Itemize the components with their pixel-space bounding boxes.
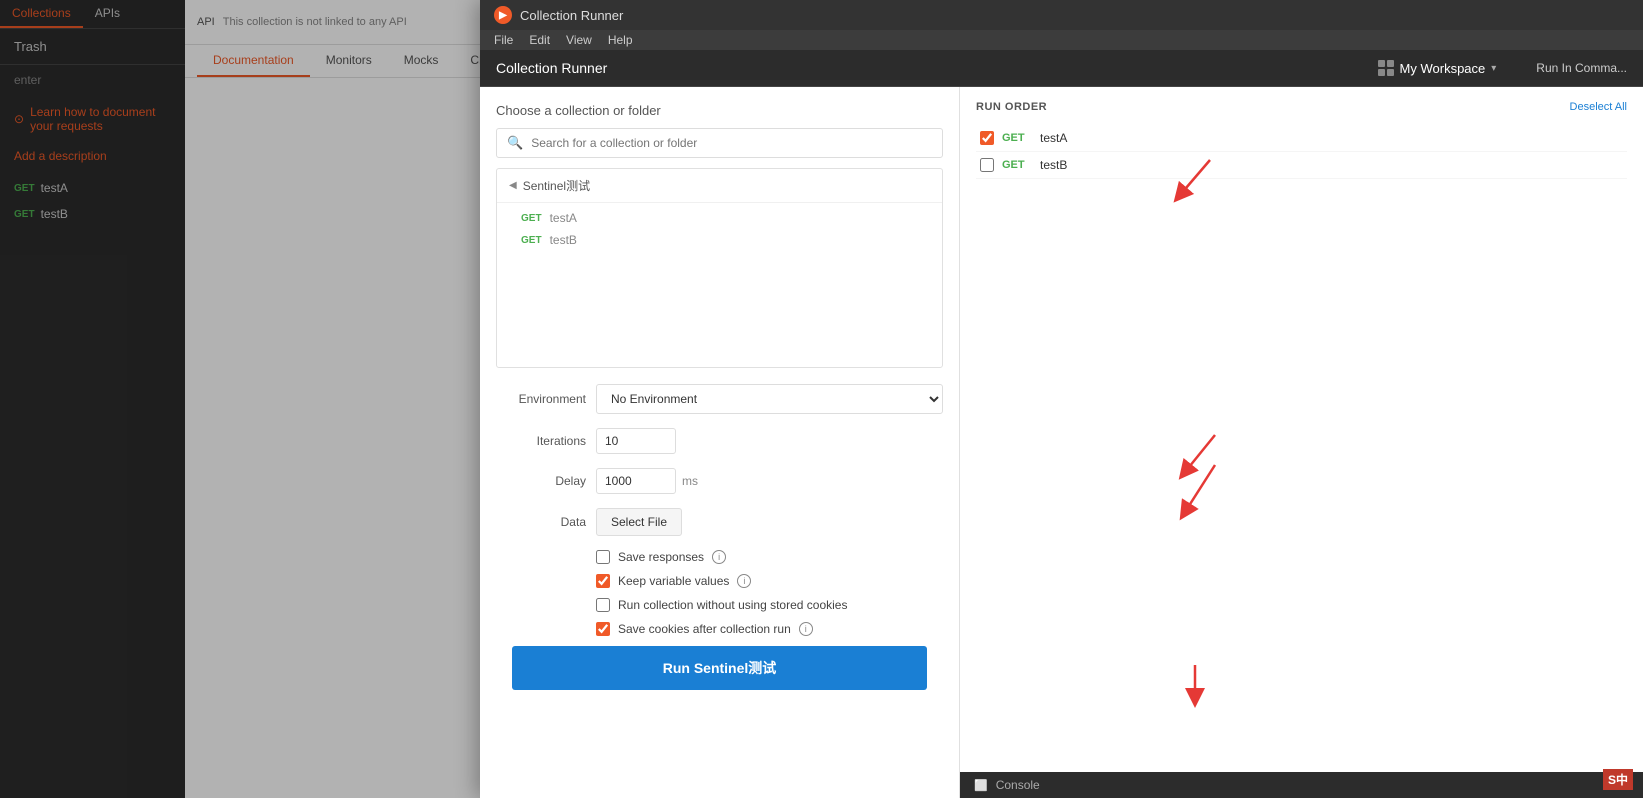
workspace-label: My Workspace [1400,61,1486,76]
iterations-input[interactable] [596,428,676,454]
save-cookies-checkbox[interactable] [596,622,610,636]
environment-row: Environment No Environment [496,384,943,414]
run-in-command-label[interactable]: Run In Comma... [1536,61,1627,75]
iterations-label: Iterations [496,434,586,448]
save-cookies-info-icon[interactable]: i [799,622,813,636]
console-label[interactable]: Console [996,778,1040,792]
cr-collection-list: ◀ Sentinel测试 GET testA GET testB [496,168,943,368]
data-label: Data [496,515,586,529]
cr-app-header: Collection Runner My Workspace ▾ Run In … [480,50,1643,87]
keep-variable-checkbox[interactable] [596,574,610,588]
save-responses-label: Save responses [618,550,704,564]
environment-label: Environment [496,392,586,406]
delay-row: Delay ms [496,468,943,494]
sub-get-badge-b: GET [521,235,542,246]
cr-right-pane: RUN ORDER Deselect All GET testA GET tes… [960,87,1643,798]
save-cookies-label: Save cookies after collection run [618,622,791,636]
run-collection-button[interactable]: Run Sentinel测试 [512,646,927,690]
cr-body: Choose a collection or folder 🔍 ◀ Sentin… [480,87,1643,798]
save-responses-checkbox[interactable] [596,550,610,564]
run-item-testb-method: GET [1002,159,1032,171]
keep-variable-info-icon[interactable]: i [737,574,751,588]
sub-get-badge-a: GET [521,213,542,224]
run-item-testa-name: testA [1040,131,1067,145]
cr-sub-item-testa[interactable]: GET testA [521,207,918,229]
workspace-chevron-icon: ▾ [1491,63,1496,74]
workspace-grid-icon [1378,60,1394,76]
menu-file[interactable]: File [494,33,513,47]
cr-workspace[interactable]: My Workspace ▾ [1378,60,1497,76]
cr-menubar: File Edit View Help [480,30,1643,50]
sub-name-a: testA [550,211,577,225]
cr-title-icon: ▶ [494,6,512,24]
checkbox-row-save-responses: Save responses i [496,550,943,564]
checkbox-row-keep-variable: Keep variable values i [496,574,943,588]
cr-search-box: 🔍 [496,128,943,158]
select-file-button[interactable]: Select File [596,508,682,536]
cr-titlebar: ▶ Collection Runner [480,0,1643,30]
iterations-row: Iterations [496,428,943,454]
collection-runner-window: ▶ Collection Runner File Edit View Help … [480,0,1643,798]
no-cookies-checkbox[interactable] [596,598,610,612]
run-item-testa-method: GET [1002,132,1032,144]
sub-name-b: testB [550,233,577,247]
collection-name: Sentinel测试 [523,177,590,194]
cr-sub-item-testb[interactable]: GET testB [521,229,918,251]
run-order-header: RUN ORDER Deselect All [976,101,1627,113]
choose-label: Choose a collection or folder [496,103,943,118]
menu-view[interactable]: View [566,33,592,47]
search-icon: 🔍 [507,135,523,151]
run-item-testa-checkbox[interactable] [980,131,994,145]
csdn-logo: S中 [1603,769,1633,790]
delay-input-group: ms [596,468,698,494]
save-responses-info-icon[interactable]: i [712,550,726,564]
data-row: Data Select File [496,508,943,536]
ms-label: ms [682,474,698,488]
checkbox-row-save-cookies: Save cookies after collection run i [496,622,943,636]
search-input[interactable] [531,136,932,150]
keep-variable-label: Keep variable values [618,574,729,588]
cr-collection-header[interactable]: ◀ Sentinel测试 [497,169,942,203]
cr-console-bar: ⬜ Console [960,772,1643,798]
cr-titlebar-text: Collection Runner [520,8,623,23]
run-item-testb-checkbox[interactable] [980,158,994,172]
environment-select[interactable]: No Environment [596,384,943,414]
no-cookies-label: Run collection without using stored cook… [618,598,847,612]
console-icon: ⬜ [974,779,988,792]
cr-left-pane: Choose a collection or folder 🔍 ◀ Sentin… [480,87,960,798]
cr-header-title: Collection Runner [496,60,1378,76]
cr-sub-items: GET testA GET testB [497,203,942,255]
menu-edit[interactable]: Edit [529,33,550,47]
deselect-all-button[interactable]: Deselect All [1570,101,1627,113]
checkbox-row-no-cookies: Run collection without using stored cook… [496,598,943,612]
menu-help[interactable]: Help [608,33,633,47]
run-item-testa: GET testA [976,125,1627,152]
chevron-left-icon: ◀ [509,180,517,191]
run-item-testb: GET testB [976,152,1627,179]
run-item-testb-name: testB [1040,158,1067,172]
run-order-label: RUN ORDER [976,101,1047,113]
environment-control: No Environment [596,384,943,414]
delay-label: Delay [496,474,586,488]
delay-input[interactable] [596,468,676,494]
